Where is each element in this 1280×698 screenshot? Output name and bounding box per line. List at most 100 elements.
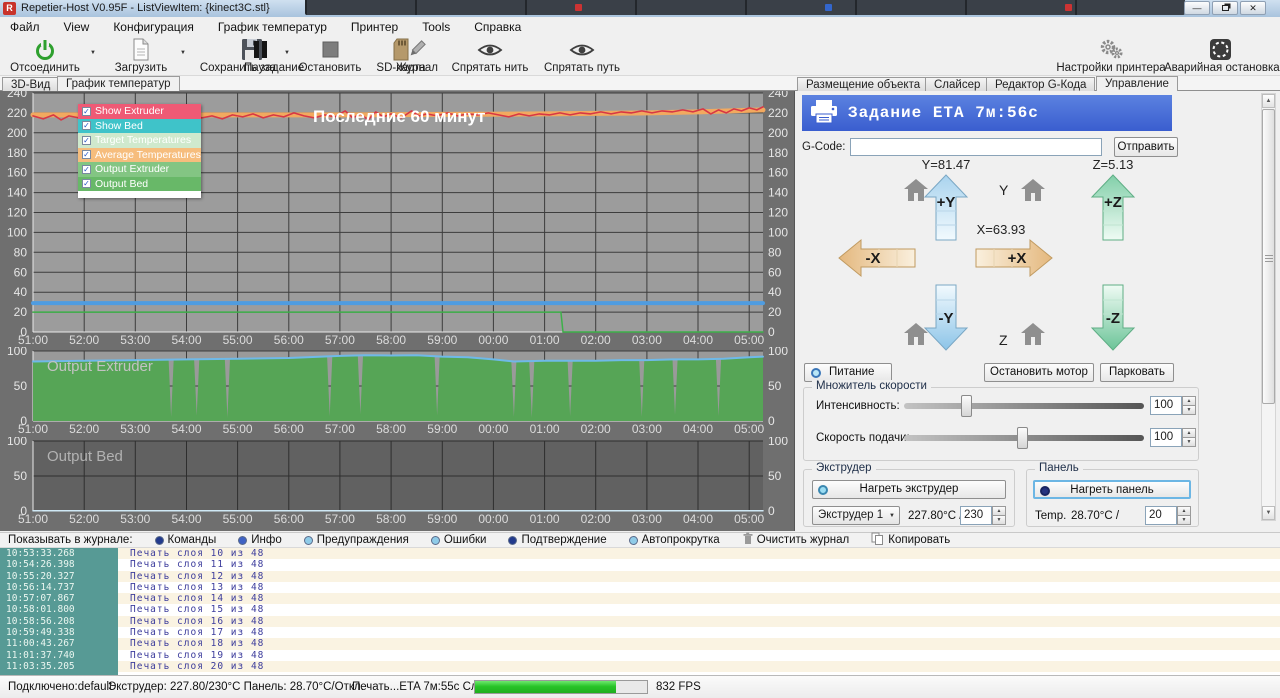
log-area[interactable]: 10:53:33.268Печать слоя 10 из 4810:54:26… xyxy=(0,548,1280,675)
menu-item-Конфигурация[interactable]: Конфигурация xyxy=(113,20,194,34)
log-message: Печать слоя 14 из 48 xyxy=(130,593,264,604)
combo-arrow-icon: ▼ xyxy=(889,513,895,519)
menu-item-Tools[interactable]: Tools xyxy=(422,20,450,34)
clear-log-button[interactable]: Очистить журнал xyxy=(742,532,850,548)
jog-minus-y-button[interactable]: -Y xyxy=(925,285,967,350)
filter-label: Предупраждения xyxy=(317,534,409,546)
scroll-down-icon[interactable]: ▼ xyxy=(1262,506,1275,520)
hide-filament-button[interactable]: Спрятать нить xyxy=(448,38,532,75)
x-tick-label: 55:00 xyxy=(223,422,253,436)
filter-label: Автопрокрутка xyxy=(642,534,720,546)
extruder-target-value[interactable]: 230 xyxy=(960,506,992,525)
jog-plus-y-button[interactable]: +Y xyxy=(925,175,967,240)
log-filter-предупраждения[interactable]: Предупраждения xyxy=(304,534,409,546)
pause-button[interactable]: Пауза ▼ xyxy=(240,38,280,75)
spin-down-icon[interactable]: ▼ xyxy=(1177,515,1191,525)
home-x-button[interactable] xyxy=(904,179,928,201)
x-tick-label: 01:00 xyxy=(530,512,560,526)
send-gcode-button[interactable]: Отправить xyxy=(1114,137,1178,157)
jog-minus-z-button[interactable]: -Z xyxy=(1092,285,1134,350)
home-z-button[interactable] xyxy=(1021,323,1045,345)
menu-item-View[interactable]: View xyxy=(64,20,90,34)
tab-Управление[interactable]: Управление xyxy=(1096,76,1178,91)
copy-log-button[interactable]: Копировать xyxy=(871,532,950,548)
jog-plus-z-button[interactable]: +Z xyxy=(1092,175,1134,240)
log-timestamp: 11:00:43.267 xyxy=(0,638,118,649)
close-button[interactable]: ✕ xyxy=(1240,1,1266,15)
stop-button[interactable]: Остановить xyxy=(294,38,366,75)
flow-slider-thumb[interactable] xyxy=(961,395,972,417)
log-filter-ошибки[interactable]: Ошибки xyxy=(431,534,487,546)
legend-checkbox[interactable]: ✓ xyxy=(82,136,91,145)
print-progress-fill xyxy=(475,681,616,693)
legend-item-show-extruder[interactable]: ✓Show Extruder xyxy=(78,104,201,119)
feed-slider-thumb[interactable] xyxy=(1017,427,1028,449)
flow-value[interactable]: 100 xyxy=(1150,396,1182,415)
jog-plus-x-button[interactable]: +X xyxy=(976,240,1052,276)
log-filter-автопрокрутка[interactable]: Автопрокрутка xyxy=(629,534,720,546)
filter-led-icon xyxy=(155,536,164,545)
legend-item-output-extruder[interactable]: ✓ Output Extruder xyxy=(78,162,201,177)
x-tick-label: 58:00 xyxy=(376,333,406,347)
log-timestamp: 11:01:37.740 xyxy=(0,650,118,661)
legend-item-output-bed[interactable]: ✓Output Bed xyxy=(78,177,201,192)
bed-target-value[interactable]: 20 xyxy=(1145,506,1177,525)
menu-item-Файл[interactable]: Файл xyxy=(10,20,40,34)
menu-item-Принтер[interactable]: Принтер xyxy=(351,20,398,34)
window-title: Repetier-Host V0.95F - ListViewItem: {ki… xyxy=(21,2,270,14)
scroll-up-icon[interactable]: ▲ xyxy=(1262,94,1275,108)
legend-label: Output Extruder xyxy=(95,163,169,175)
dropdown-caret-icon[interactable]: ▼ xyxy=(180,50,186,56)
park-button[interactable]: Парковать xyxy=(1100,363,1174,382)
restore-button[interactable] xyxy=(1212,1,1238,15)
feed-value[interactable]: 100 xyxy=(1150,428,1182,447)
legend-checkbox[interactable]: ✓ xyxy=(82,121,91,130)
load-button[interactable]: Загрузить ▼ xyxy=(108,38,174,75)
legend-checkbox[interactable]: ✓ xyxy=(82,165,91,174)
log-message: Печать слоя 16 из 48 xyxy=(130,616,264,627)
log-filter-инфо[interactable]: Инфо xyxy=(238,534,281,546)
feed-slider[interactable] xyxy=(904,435,1144,441)
dropdown-caret-icon[interactable]: ▼ xyxy=(284,50,290,56)
gcode-input[interactable] xyxy=(850,138,1102,156)
extruder-selector[interactable]: Экструдер 1 ▼ xyxy=(812,506,900,525)
menu-item-График температур[interactable]: График температур xyxy=(218,20,327,34)
spin-down-icon[interactable]: ▼ xyxy=(1182,437,1196,447)
scrollbar-grip xyxy=(1265,255,1273,262)
home-all-button[interactable] xyxy=(904,323,928,345)
group-title: Экструдер xyxy=(812,462,876,474)
hide-path-button[interactable]: Спрятать путь xyxy=(540,38,624,75)
emergency-stop-button[interactable]: Аварийная остановка xyxy=(1164,38,1276,75)
legend-item-average-temperatures[interactable]: ✓Average Temperatures xyxy=(78,148,201,163)
tab-График температур[interactable]: График температур xyxy=(57,76,180,91)
log-filter-подтверждение[interactable]: Подтверждение xyxy=(508,534,606,546)
heat-bed-button[interactable]: Нагреть панель xyxy=(1033,480,1191,499)
tab-Слайсер[interactable]: Слайсер xyxy=(925,77,989,91)
disconnect-button[interactable]: Отсоединить ▼ xyxy=(6,38,84,75)
tab-Размещение объекта[interactable]: Размещение объекта xyxy=(797,77,929,91)
stop-motor-button[interactable]: Остановить мотор xyxy=(984,363,1094,382)
printer-settings-button[interactable]: Настройки принтера xyxy=(1055,38,1167,75)
home-y-button[interactable] xyxy=(1021,179,1045,201)
log-button[interactable]: Журнал xyxy=(393,38,441,75)
menu-item-Справка[interactable]: Справка xyxy=(474,20,521,34)
scrollbar-thumb[interactable] xyxy=(1262,109,1275,404)
spin-down-icon[interactable]: ▼ xyxy=(1182,405,1196,415)
legend-item-target-temperatures[interactable]: ✓Target Temperatures xyxy=(78,133,201,148)
legend-checkbox[interactable]: ✓ xyxy=(82,107,91,116)
legend-item-show-bed[interactable]: ✓Show Bed xyxy=(78,119,201,134)
heat-extruder-button[interactable]: Нагреть экструдер xyxy=(812,480,1006,499)
y-tick-label: 0 xyxy=(20,414,27,428)
flow-slider[interactable] xyxy=(904,403,1144,409)
jog-minus-x-button[interactable]: -X xyxy=(839,240,915,276)
tab-3D-Вид[interactable]: 3D-Вид xyxy=(2,77,59,91)
legend-checkbox[interactable]: ✓ xyxy=(82,179,91,188)
legend-checkbox[interactable]: ✓ xyxy=(82,150,91,159)
dropdown-caret-icon[interactable]: ▼ xyxy=(90,50,96,56)
log-filter-команды[interactable]: Команды xyxy=(155,534,217,546)
tab-Редактор G-Кода[interactable]: Редактор G-Кода xyxy=(986,77,1095,91)
control-scrollbar[interactable]: ▲ ▼ xyxy=(1261,93,1276,521)
spin-down-icon[interactable]: ▼ xyxy=(992,515,1006,525)
minimize-button[interactable]: — xyxy=(1184,1,1210,15)
connection-status: Подключено:default xyxy=(8,681,112,693)
